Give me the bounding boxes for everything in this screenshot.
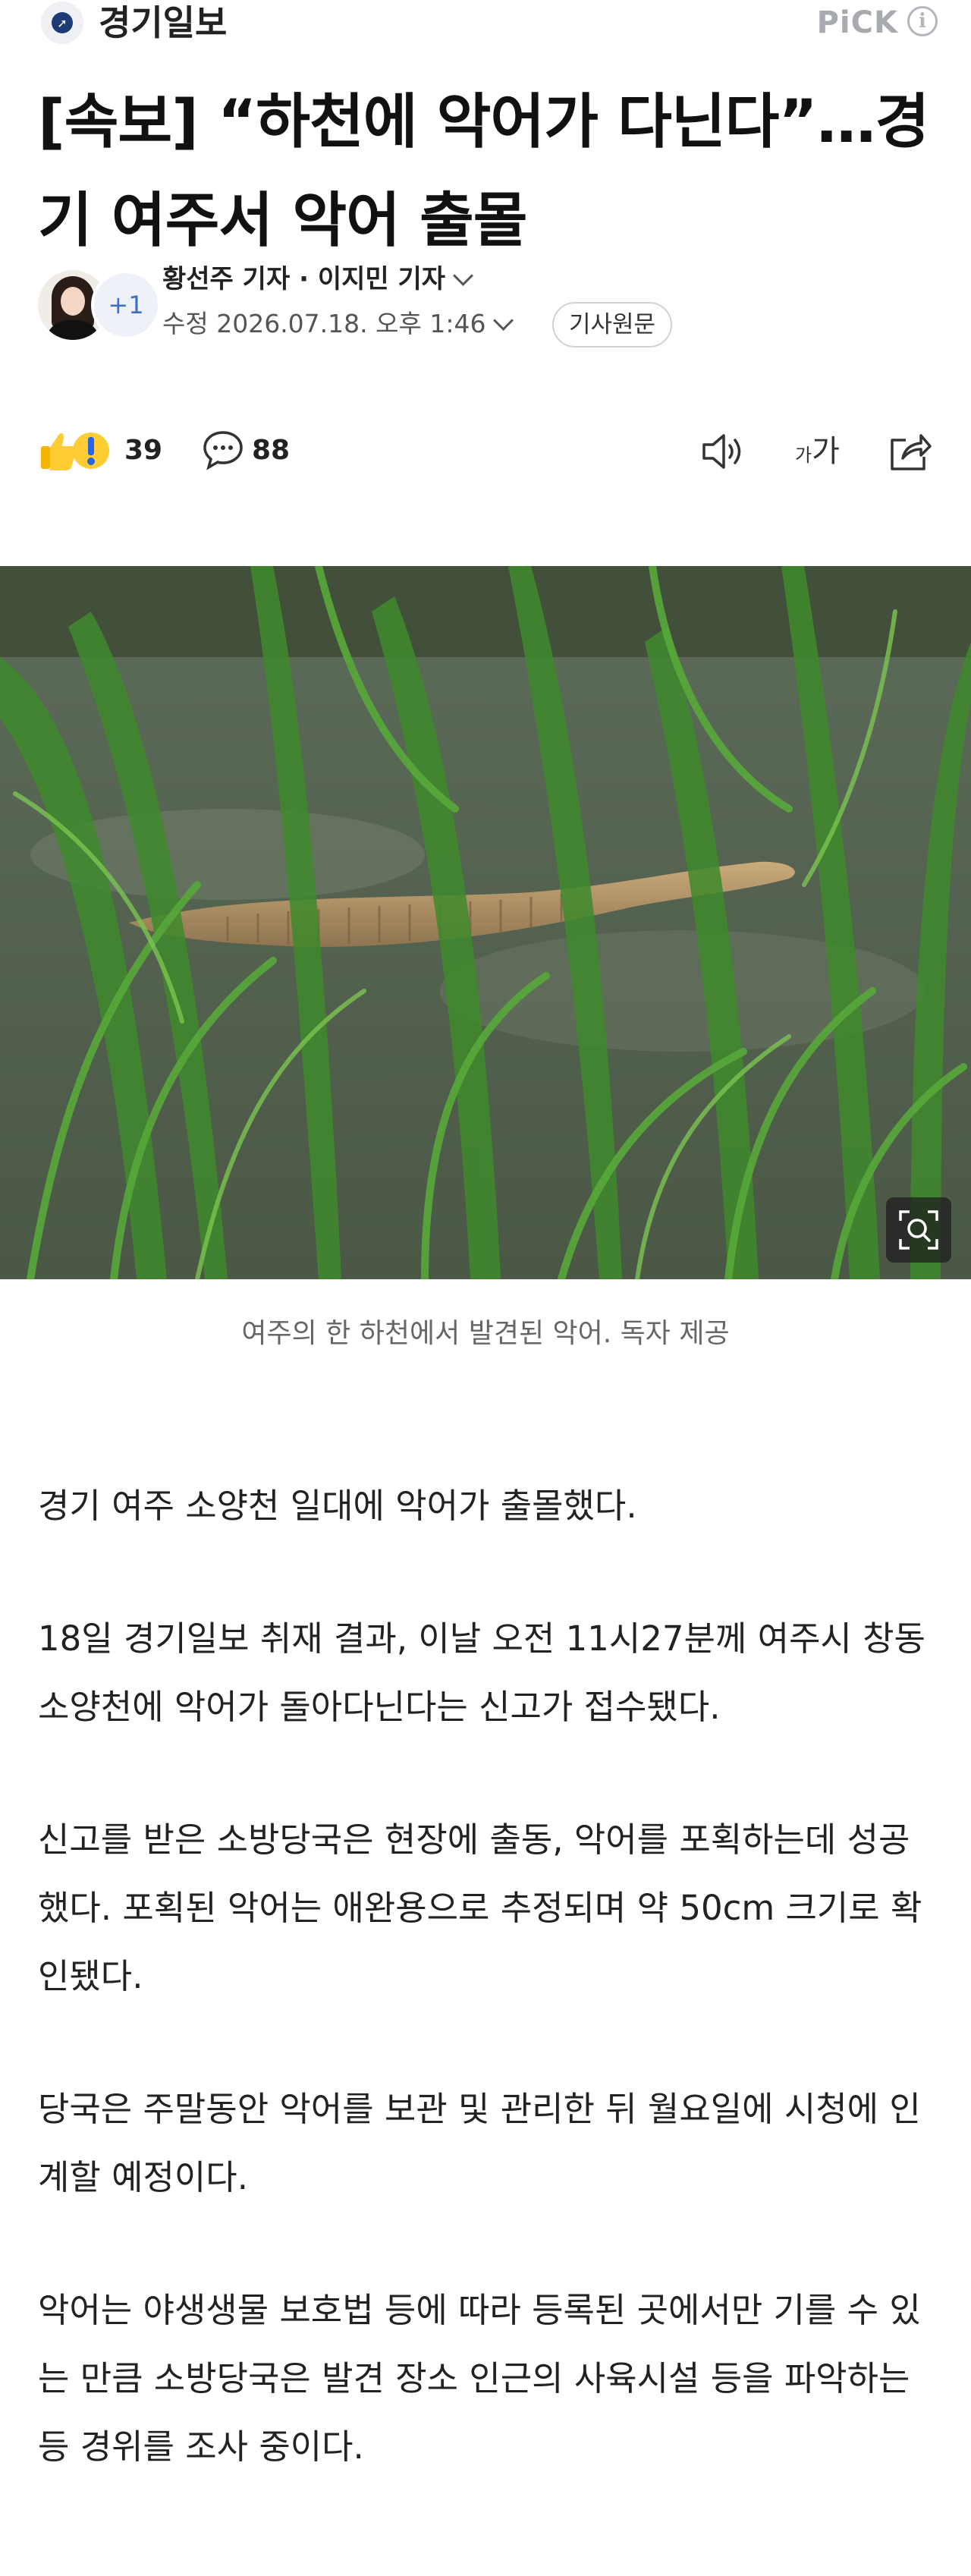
article-paragraph: 악어는 야생생물 보호법 등에 따라 등록된 곳에서만 기를 수 있는 만큼 소… (38, 2290, 921, 2467)
comment-count[interactable]: 88 (252, 431, 290, 470)
chevron-down-icon (493, 310, 514, 331)
reporter-names-text: 황선주 기자 · 이지민 기자 (162, 264, 446, 294)
crocodile-photo-image (0, 566, 971, 1279)
article-paragraph: 신고를 받은 소방당국은 현장에 출동, 악어를 포획하는데 성공했다. 포획된… (38, 1820, 922, 1996)
photo-caption: 여주의 한 하천에서 발견된 악어. 독자 제공 (241, 1318, 730, 1349)
article-photo[interactable] (0, 566, 971, 1279)
zoom-button[interactable] (886, 1197, 951, 1263)
reaction-count[interactable]: 39 (124, 431, 162, 470)
share-icon[interactable] (886, 428, 933, 473)
press-name[interactable]: 경기일보 (99, 2, 227, 44)
extra-reporters-badge[interactable]: +1 (91, 270, 161, 340)
reaction-emoji-icon[interactable] (38, 428, 114, 473)
zoom-icon (899, 1210, 938, 1250)
font-size-button[interactable]: 가가 (795, 431, 840, 472)
chevron-down-icon (453, 266, 474, 286)
article-headline: [속보] “하천에 악어가 다닌다”…경기 여주서 악어 출몰 (38, 88, 929, 255)
original-article-button[interactable]: 기사원문 (552, 302, 673, 348)
article-body: 경기 여주 소양천 일대에 악어가 출몰했다. 18일 경기일보 취재 결과, … (38, 1472, 933, 2546)
comment-icon[interactable] (202, 429, 244, 470)
article-datetime-text: 수정 2026.07.18. 오후 1:46 (162, 309, 486, 338)
press-logo[interactable]: ➚ (41, 2, 83, 44)
byline: +1 황선주 기자 · 이지민 기자 수정 2026.07.18. 오후 1:4… (38, 258, 933, 364)
press-emblem-icon: ➚ (52, 12, 73, 33)
pick-label[interactable]: PiCK (817, 2, 898, 44)
font-size-big-glyph: 가 (812, 434, 840, 469)
action-bar: 39 88 가가 (38, 417, 933, 481)
article-paragraph: 18일 경기일보 취재 결과, 이날 오전 11시27분께 여주시 창동 소양천… (38, 1618, 925, 1727)
reporter-names[interactable]: 황선주 기자 · 이지민 기자 (162, 261, 474, 297)
article-datetime[interactable]: 수정 2026.07.18. 오후 1:46 (162, 305, 514, 343)
top-bar: ➚ 경기일보 PiCK i (0, 0, 971, 49)
info-icon[interactable]: i (907, 6, 938, 36)
speaker-icon[interactable] (699, 431, 748, 472)
font-size-small-glyph: 가 (795, 445, 812, 466)
article-paragraph: 경기 여주 소양천 일대에 악어가 출몰했다. (38, 1486, 637, 1526)
article-paragraph: 당국은 주말동안 악어를 보관 및 관리한 뒤 월요일에 시청에 인계할 예정이… (38, 2089, 921, 2197)
